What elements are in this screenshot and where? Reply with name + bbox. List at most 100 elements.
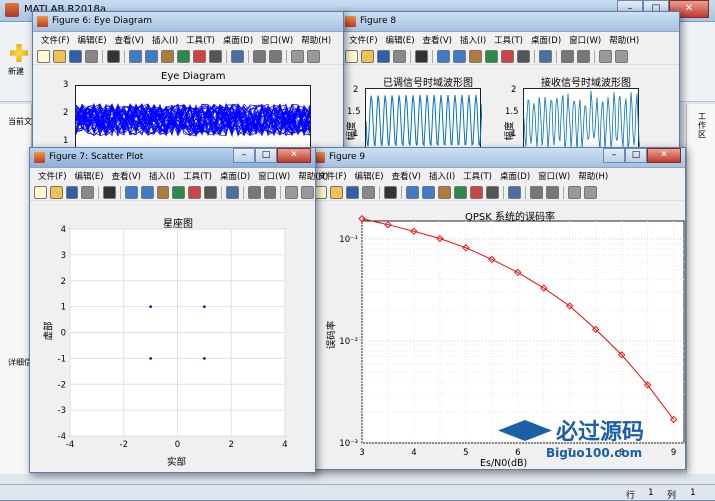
figure-icon (37, 16, 48, 27)
menu-item[interactable]: 文件(F) (345, 32, 382, 48)
ber-ytick: 10⁻² (339, 337, 358, 347)
new-file-icon[interactable] (37, 49, 50, 63)
rotate-icon[interactable] (177, 49, 190, 63)
watermark-text: 必过源码 (556, 420, 645, 445)
menu-item[interactable]: 工具(T) (490, 32, 527, 48)
scatter-point (203, 305, 206, 308)
watermark: 必过源码 Biguo100.com (498, 414, 688, 470)
menu-item[interactable]: 编辑(E) (74, 32, 111, 48)
menu-item[interactable]: 查看(V) (111, 32, 148, 48)
save-icon[interactable] (69, 49, 82, 63)
menu-item[interactable]: 桌面(D) (527, 32, 565, 48)
print-icon[interactable] (85, 49, 98, 63)
pointer-icon[interactable] (107, 49, 120, 63)
eye-ytick: 1 (63, 136, 69, 146)
scatter-xtick: 2 (229, 440, 234, 450)
ber-ytick: 10⁻³ (339, 439, 358, 449)
scatter-ytick: 1 (61, 303, 66, 313)
menu-item[interactable]: 文件(F) (37, 32, 74, 48)
figure-6-title: Figure 6: Eye Diagram (52, 16, 153, 26)
eye-axes (75, 85, 311, 150)
legend-icon[interactable] (269, 49, 282, 63)
scatter-chart: -4 -2 0 2 4 4 3 2 1 0 -1 -2 -3 -4 (58, 225, 288, 450)
menu-item[interactable]: 工具(T) (182, 32, 219, 48)
watermark-url: Biguo100.com (546, 446, 643, 460)
open-icon[interactable] (361, 49, 374, 63)
zoom-in-icon[interactable] (437, 49, 450, 63)
current-folder-panel (0, 104, 32, 474)
menu-item[interactable]: 桌面(D) (219, 32, 257, 48)
zoom-in-icon[interactable] (129, 49, 142, 63)
hide-tools-icon[interactable] (291, 49, 304, 63)
eye-plot-title: Eye Diagram (161, 71, 226, 82)
figure-7-window[interactable]: Figure 7: Scatter Plot – □ ✕ 文件(F) 编辑(E) 查… (29, 147, 328, 473)
menu-item[interactable]: 帮助(H) (605, 32, 643, 48)
workspace-label: 工作区 (698, 112, 706, 139)
pan-icon[interactable] (469, 49, 482, 63)
brush-icon[interactable] (209, 49, 222, 63)
figure-icon (345, 16, 356, 27)
figure-6-menubar: 文件(F) 编辑(E) 查看(V) 插入(I) 工具(T) 桌面(D) 窗口(W) 帮助(H) (33, 32, 343, 48)
datatip-icon[interactable] (501, 49, 514, 63)
ber-xtick: 4 (411, 448, 416, 458)
colorbar-icon[interactable] (561, 49, 574, 63)
brush-icon[interactable] (517, 49, 530, 63)
print-icon[interactable] (393, 49, 406, 63)
mortarboard-icon (498, 420, 552, 441)
scatter-ytick: -4 (58, 432, 66, 442)
figure-8-title: Figure 8 (360, 16, 397, 26)
link-icon[interactable] (231, 49, 244, 63)
scatter-xtick: 0 (175, 440, 180, 450)
legend-icon[interactable] (577, 49, 590, 63)
ber-ytick: 10⁻¹ (339, 235, 358, 245)
figure-6-titlebar[interactable]: Figure 6: Eye Diagram (33, 12, 343, 32)
toolbar-separator (248, 49, 249, 63)
workspace-panel (686, 104, 715, 474)
toolbar-separator (556, 49, 557, 63)
ber-xtick: 3 (359, 448, 364, 458)
p1-ytick: 1.5 (347, 107, 361, 117)
colorbar-icon[interactable] (253, 49, 266, 63)
zoom-out-icon[interactable] (453, 49, 466, 63)
datatip-icon[interactable] (193, 49, 206, 63)
row-label: 行 (626, 491, 636, 501)
scatter-xtick: -4 (66, 440, 74, 450)
rotate-icon[interactable] (485, 49, 498, 63)
hide-tools-icon[interactable] (599, 49, 612, 63)
ber-xtick: 5 (463, 448, 468, 458)
ber-ylabel: 误码率 (326, 320, 338, 350)
pan-icon[interactable] (161, 49, 174, 63)
menu-item[interactable]: 插入(I) (456, 32, 490, 48)
zoom-out-icon[interactable] (145, 49, 158, 63)
new-file-icon[interactable] (345, 49, 358, 63)
menu-item[interactable]: 插入(I) (148, 32, 182, 48)
plot1-axes (365, 88, 483, 152)
figure-8-window[interactable]: Figure 8 文件(F) 编辑(E) 查看(V) 插入(I) 工具(T) 桌面(D) 窗… (340, 11, 680, 152)
figure-8-titlebar[interactable]: Figure 8 (341, 12, 679, 32)
scatter-ytick: 0 (61, 329, 66, 339)
link-icon[interactable] (539, 49, 552, 63)
plot2-axes (523, 88, 641, 152)
menu-item[interactable]: 查看(V) (419, 32, 456, 48)
menu-item[interactable]: 帮助(H) (297, 32, 335, 48)
menu-item[interactable]: 窗口(W) (257, 32, 297, 48)
figure-8-toolbar (341, 48, 679, 65)
scatter-ytick: -2 (58, 380, 66, 390)
toolbar-separator (102, 49, 103, 63)
menu-item[interactable]: 窗口(W) (565, 32, 605, 48)
save-icon[interactable] (377, 49, 390, 63)
plot1-title: 已调信号时域波形图 (383, 78, 473, 89)
eye-ytick: 2 (63, 108, 69, 118)
pointer-icon[interactable] (415, 49, 428, 63)
row-value: 1 (648, 488, 654, 498)
eye-ytick: 3 (63, 80, 69, 90)
show-tools-icon[interactable] (307, 49, 320, 63)
open-icon[interactable] (53, 49, 66, 63)
col-value: 1 (690, 488, 696, 498)
scatter-ytick: 3 (61, 251, 66, 261)
menu-item[interactable]: 编辑(E) (382, 32, 419, 48)
figure-6-window[interactable]: Figure 6: Eye Diagram 文件(F) 编辑(E) 查看(V) 插入(… (32, 11, 344, 150)
scatter-point (203, 357, 206, 360)
show-tools-icon[interactable] (615, 49, 628, 63)
scatter-ytick: 2 (61, 277, 66, 287)
